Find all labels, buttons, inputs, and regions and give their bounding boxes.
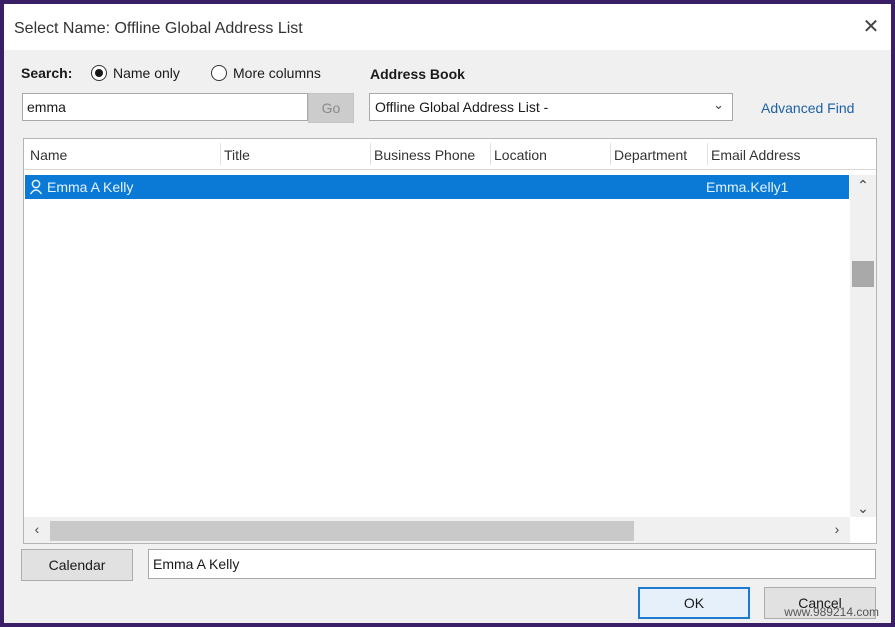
column-header-name[interactable]: Name: [30, 147, 67, 163]
radio-name-only[interactable]: [91, 65, 107, 81]
horizontal-scroll-thumb[interactable]: [50, 521, 634, 541]
calendar-button[interactable]: Calendar: [21, 549, 133, 581]
close-icon[interactable]: ✕: [859, 16, 883, 38]
radio-more-columns[interactable]: [211, 65, 227, 81]
column-header-email-address[interactable]: Email Address: [711, 147, 800, 163]
column-header-department[interactable]: Department: [614, 147, 687, 163]
vertical-scroll-thumb[interactable]: [852, 261, 874, 287]
window-title: Select Name: Offline Global Address List: [14, 20, 303, 37]
table-row[interactable]: Emma A Kelly Emma.Kelly1: [25, 175, 849, 199]
search-label: Search:: [21, 65, 73, 81]
watermark: www.989214.com: [784, 605, 879, 619]
horizontal-scrollbar[interactable]: ‹ ›: [24, 517, 850, 543]
scroll-down-icon[interactable]: ⌄: [850, 500, 876, 517]
selected-name-field[interactable]: [148, 549, 876, 579]
radio-more-columns-label[interactable]: More columns: [233, 65, 321, 81]
column-header-location[interactable]: Location: [494, 147, 547, 163]
address-book-selected: Offline Global Address List -: [375, 99, 549, 115]
column-header-row: Name Title Business Phone Location Depar…: [24, 139, 876, 170]
row-name: Emma A Kelly: [47, 179, 134, 195]
ok-button[interactable]: OK: [638, 587, 750, 619]
column-header-business-phone[interactable]: Business Phone: [374, 147, 475, 163]
address-book-dropdown[interactable]: Offline Global Address List - ⌄: [369, 93, 733, 121]
address-list[interactable]: Name Title Business Phone Location Depar…: [23, 138, 877, 544]
scroll-up-icon[interactable]: ⌃: [850, 177, 876, 194]
address-book-label: Address Book: [370, 66, 465, 82]
person-icon: [29, 179, 43, 195]
title-bar: Select Name: Offline Global Address List…: [4, 4, 891, 50]
vertical-scrollbar[interactable]: ⌃ ⌄: [850, 175, 876, 517]
row-email: Emma.Kelly1: [706, 179, 789, 195]
chevron-down-icon: ⌄: [713, 97, 724, 112]
dialog-window: Select Name: Offline Global Address List…: [0, 0, 895, 627]
search-input[interactable]: [22, 93, 308, 121]
radio-name-only-label[interactable]: Name only: [113, 65, 180, 81]
go-button[interactable]: Go: [308, 93, 354, 123]
column-header-title[interactable]: Title: [224, 147, 250, 163]
scroll-right-icon[interactable]: ›: [824, 521, 850, 537]
scroll-left-icon[interactable]: ‹: [24, 521, 50, 537]
advanced-find-link[interactable]: Advanced Find: [761, 100, 854, 116]
